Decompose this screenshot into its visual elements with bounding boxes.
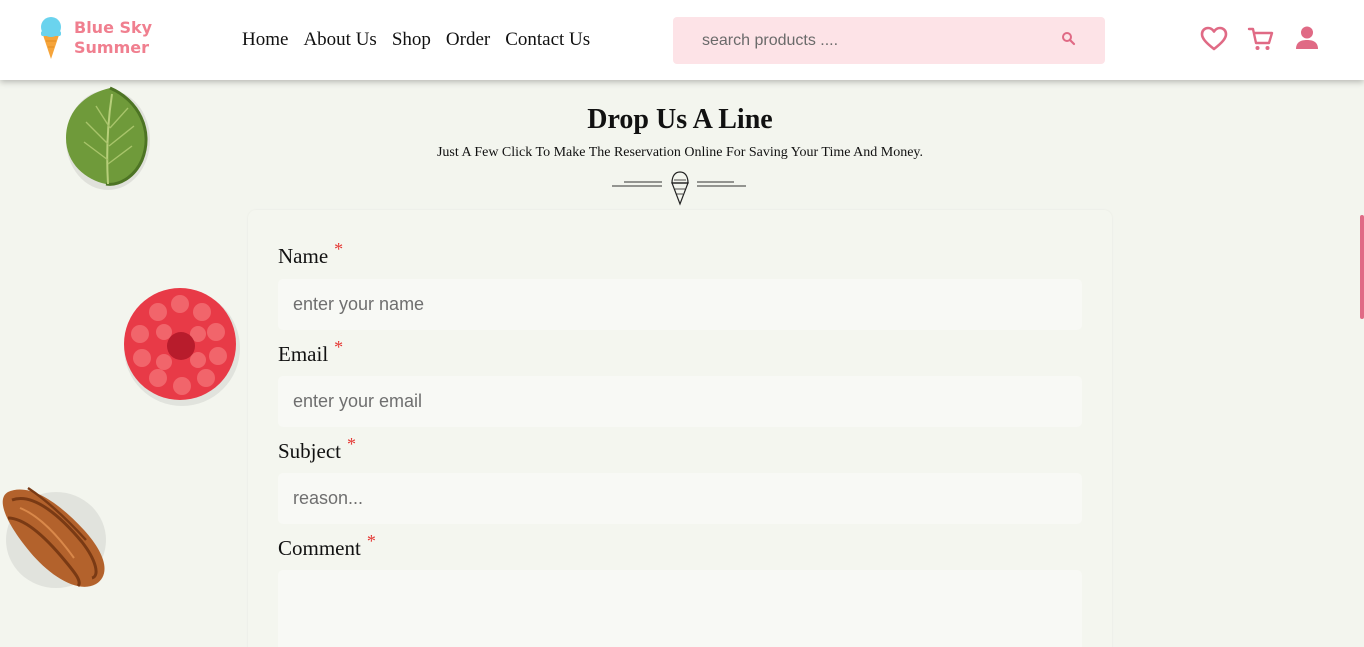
user-icon[interactable] [1293,24,1323,54]
nav-shop[interactable]: Shop [392,28,431,52]
heart-icon[interactable] [1199,24,1229,54]
nav-contact-us[interactable]: Contact Us [505,28,590,52]
search-input[interactable] [673,17,1053,64]
pecan-nut-image [2,487,106,588]
subject-field[interactable] [278,473,1082,524]
brand-logo[interactable]: Blue Sky Summer [38,15,152,61]
brand-name-line2: Summer [74,38,149,57]
brand-name: Blue Sky Summer [74,18,152,58]
subject-label: Subject * [278,434,356,464]
required-asterisk: * [366,531,376,551]
raspberry-image [124,288,240,406]
cart-icon[interactable] [1246,24,1276,54]
brand-name-line1: Blue Sky [74,18,153,37]
scrollbar-thumb[interactable] [1360,215,1364,319]
site-header: Blue Sky Summer Home About Us Shop Order… [0,0,1364,80]
ice-cream-divider-icon [612,171,746,206]
search-icon[interactable] [1058,28,1080,50]
name-field[interactable] [278,279,1082,330]
required-asterisk: * [334,239,344,259]
main-nav: Home About Us Shop Order Contact Us [242,28,605,52]
contact-title: Drop Us A Line [587,104,773,135]
required-asterisk: * [334,337,344,357]
contact-subtitle: Just A Few Click To Make The Reservation… [436,145,924,160]
comment-label-text: Comment [278,536,361,560]
ice-cream-logo-icon [41,17,61,59]
search-bar [673,17,1105,64]
email-label: Email * [278,337,343,367]
nav-order[interactable]: Order [446,28,490,52]
name-label: Name * [278,239,343,269]
mint-leaf-image [66,86,150,190]
email-label-text: Email [278,342,329,366]
comment-label: Comment * [278,531,376,561]
comment-field[interactable] [278,570,1082,647]
email-field[interactable] [278,376,1082,427]
nav-home[interactable]: Home [242,28,288,52]
required-asterisk: * [347,434,356,454]
nav-about-us[interactable]: About Us [303,28,376,52]
subject-label-text: Subject [278,439,341,463]
name-label-text: Name [278,244,329,268]
